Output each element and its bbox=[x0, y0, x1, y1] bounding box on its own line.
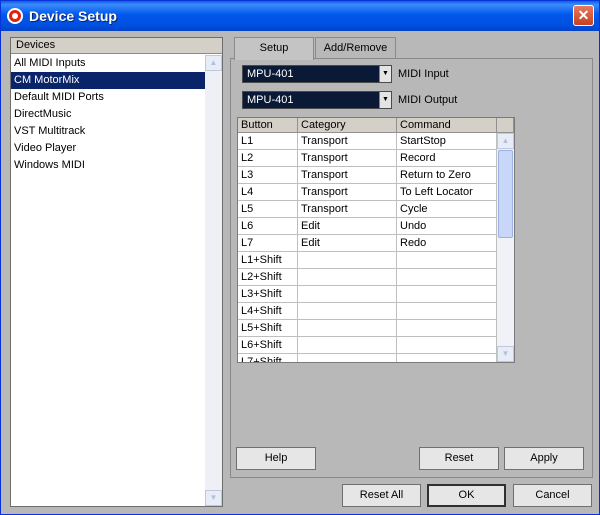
table-cell[interactable]: Transport bbox=[298, 184, 397, 201]
table-cell[interactable]: Transport bbox=[298, 201, 397, 218]
table-cell[interactable]: L4 bbox=[238, 184, 298, 201]
scroll-up-icon[interactable]: ▲ bbox=[497, 133, 514, 149]
title-bar[interactable]: Device Setup ✕ bbox=[1, 1, 599, 31]
device-setup-window: Device Setup ✕ Devices All MIDI Inputs CM… bbox=[0, 0, 600, 515]
app-logo-icon bbox=[7, 8, 23, 24]
button-assignment-table: Button Category Command L1 Transport Start… bbox=[237, 117, 515, 363]
device-item[interactable]: CM MotorMix bbox=[11, 72, 205, 89]
chevron-down-icon[interactable]: ▼ bbox=[379, 92, 391, 108]
table-cell[interactable] bbox=[298, 303, 397, 320]
table-cell[interactable] bbox=[298, 269, 397, 286]
table-cell[interactable]: L5 bbox=[238, 201, 298, 218]
table-cell[interactable]: Edit bbox=[298, 235, 397, 252]
table-cell[interactable]: L3+Shift bbox=[238, 286, 298, 303]
table-cell[interactable]: Return to Zero bbox=[397, 167, 497, 184]
table-cell[interactable]: L1 bbox=[238, 133, 298, 150]
table-cell[interactable]: L1+Shift bbox=[238, 252, 298, 269]
table-cell[interactable]: L2 bbox=[238, 150, 298, 167]
devices-list: All MIDI Inputs CM MotorMix Default MIDI P… bbox=[11, 55, 205, 174]
table-cell[interactable] bbox=[298, 252, 397, 269]
table-cell[interactable] bbox=[298, 286, 397, 303]
device-item[interactable]: Video Player bbox=[11, 140, 205, 157]
table-cell[interactable] bbox=[397, 269, 497, 286]
table-cell[interactable]: Transport bbox=[298, 167, 397, 184]
table-cell[interactable]: L5+Shift bbox=[238, 320, 298, 337]
table-cell[interactable] bbox=[298, 354, 397, 362]
column-header-button[interactable]: Button bbox=[238, 118, 298, 133]
device-item[interactable]: Default MIDI Ports bbox=[11, 89, 205, 106]
column-header-spacer bbox=[497, 118, 514, 133]
table-cell[interactable] bbox=[397, 320, 497, 337]
table-cell[interactable] bbox=[397, 286, 497, 303]
devices-panel: Devices All MIDI Inputs CM MotorMix Defaul… bbox=[10, 37, 223, 507]
scroll-thumb[interactable] bbox=[498, 150, 513, 238]
ok-button[interactable]: OK bbox=[427, 484, 506, 507]
table-cell[interactable] bbox=[298, 337, 397, 354]
window-title: Device Setup bbox=[29, 8, 117, 24]
table-cell[interactable]: To Left Locator bbox=[397, 184, 497, 201]
table-cell[interactable]: Transport bbox=[298, 150, 397, 167]
close-button[interactable]: ✕ bbox=[573, 5, 594, 26]
reset-all-button[interactable]: Reset All bbox=[342, 484, 421, 507]
scroll-up-icon[interactable]: ▲ bbox=[205, 55, 222, 71]
table-cell[interactable]: L6+Shift bbox=[238, 337, 298, 354]
table-cell[interactable]: Undo bbox=[397, 218, 497, 235]
cancel-button[interactable]: Cancel bbox=[513, 484, 592, 507]
tab-setup[interactable]: Setup bbox=[234, 37, 314, 60]
table-cell[interactable]: L2+Shift bbox=[238, 269, 298, 286]
column-header-category[interactable]: Category bbox=[298, 118, 397, 133]
table-cell[interactable]: Record bbox=[397, 150, 497, 167]
table-cell[interactable]: StartStop bbox=[397, 133, 497, 150]
table-cell[interactable] bbox=[298, 320, 397, 337]
scroll-down-icon[interactable]: ▼ bbox=[497, 346, 514, 362]
table-cell[interactable] bbox=[397, 337, 497, 354]
table-cell[interactable]: L6 bbox=[238, 218, 298, 235]
table-cell[interactable]: L7 bbox=[238, 235, 298, 252]
table-cell[interactable] bbox=[397, 354, 497, 362]
table-cell[interactable]: Edit bbox=[298, 218, 397, 235]
midi-output-label: MIDI Output bbox=[398, 94, 458, 106]
device-item[interactable]: All MIDI Inputs bbox=[11, 55, 205, 72]
table-cell[interactable]: Redo bbox=[397, 235, 497, 252]
help-button[interactable]: Help bbox=[236, 447, 316, 470]
scroll-down-icon[interactable]: ▼ bbox=[205, 490, 222, 506]
table-cell[interactable]: Transport bbox=[298, 133, 397, 150]
table-cell[interactable]: Cycle bbox=[397, 201, 497, 218]
device-item[interactable]: DirectMusic bbox=[11, 106, 205, 123]
table-cell[interactable] bbox=[397, 252, 497, 269]
chevron-down-icon[interactable]: ▼ bbox=[379, 66, 391, 82]
table-scrollbar[interactable]: ▲ ▼ bbox=[497, 133, 514, 362]
midi-input-value: MPU-401 bbox=[247, 68, 294, 80]
devices-header: Devices bbox=[11, 38, 222, 54]
table-cell[interactable]: L4+Shift bbox=[238, 303, 298, 320]
tab-add-remove[interactable]: Add/Remove bbox=[315, 37, 396, 59]
midi-output-value: MPU-401 bbox=[247, 94, 294, 106]
table-cell[interactable]: L3 bbox=[238, 167, 298, 184]
devices-scrollbar[interactable]: ▲ ▼ bbox=[205, 55, 222, 506]
table-cell[interactable] bbox=[397, 303, 497, 320]
table-cell[interactable]: L7+Shift bbox=[238, 354, 298, 362]
midi-input-label: MIDI Input bbox=[398, 68, 449, 80]
midi-input-select[interactable]: MPU-401 ▼ bbox=[242, 65, 392, 83]
device-item[interactable]: VST Multitrack bbox=[11, 123, 205, 140]
reset-button[interactable]: Reset bbox=[419, 447, 499, 470]
midi-output-select[interactable]: MPU-401 ▼ bbox=[242, 91, 392, 109]
column-header-command[interactable]: Command bbox=[397, 118, 497, 133]
apply-button[interactable]: Apply bbox=[504, 447, 584, 470]
device-item[interactable]: Windows MIDI bbox=[11, 157, 205, 174]
